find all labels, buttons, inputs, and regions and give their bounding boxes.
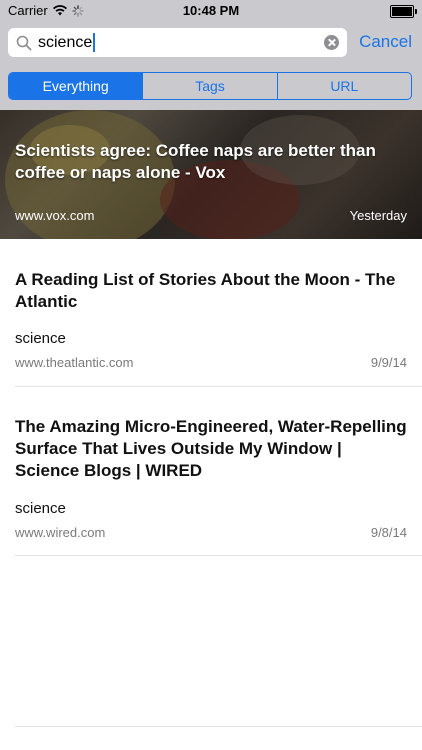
segment-tags[interactable]: Tags (142, 73, 276, 99)
segment-url[interactable]: URL (276, 73, 411, 99)
item-date: 9/9/14 (370, 355, 407, 370)
featured-date: Yesterday (349, 208, 407, 223)
segment-everything[interactable]: Everything (9, 73, 143, 99)
search-header: science Cancel Everything Tags URL (0, 22, 422, 110)
featured-title: Scientists agree: Coffee naps are better… (15, 141, 376, 182)
clear-search-icon[interactable] (324, 35, 339, 50)
list-item[interactable]: The Amazing Micro-Engineered, Water-Repe… (0, 387, 422, 557)
scope-segmented-control: Everything Tags URL (8, 72, 412, 100)
item-domain: www.theatlantic.com (15, 355, 134, 370)
search-input[interactable]: science (38, 28, 96, 57)
list-item[interactable]: A Reading List of Stories About the Moon… (0, 239, 422, 387)
item-tag[interactable]: science (15, 330, 66, 347)
cancel-button[interactable]: Cancel (359, 32, 412, 52)
status-bar: Carrier 10:48 PM (0, 0, 422, 22)
item-tag[interactable]: science (15, 500, 66, 517)
search-icon (16, 35, 32, 51)
text-cursor (93, 33, 96, 52)
divider (15, 726, 422, 727)
featured-domain: www.vox.com (15, 208, 95, 223)
battery-icon (390, 5, 417, 18)
item-title: The Amazing Micro-Engineered, Water-Repe… (15, 417, 407, 480)
item-date: 9/8/14 (370, 525, 407, 540)
search-input-value: science (38, 34, 93, 51)
status-time: 10:48 PM (182, 3, 240, 18)
search-field[interactable]: science (8, 28, 347, 57)
item-title: A Reading List of Stories About the Moon… (15, 270, 396, 311)
divider (15, 555, 422, 556)
item-domain: www.wired.com (15, 525, 106, 540)
featured-result-card[interactable]: Scientists agree: Coffee naps are better… (0, 110, 422, 239)
